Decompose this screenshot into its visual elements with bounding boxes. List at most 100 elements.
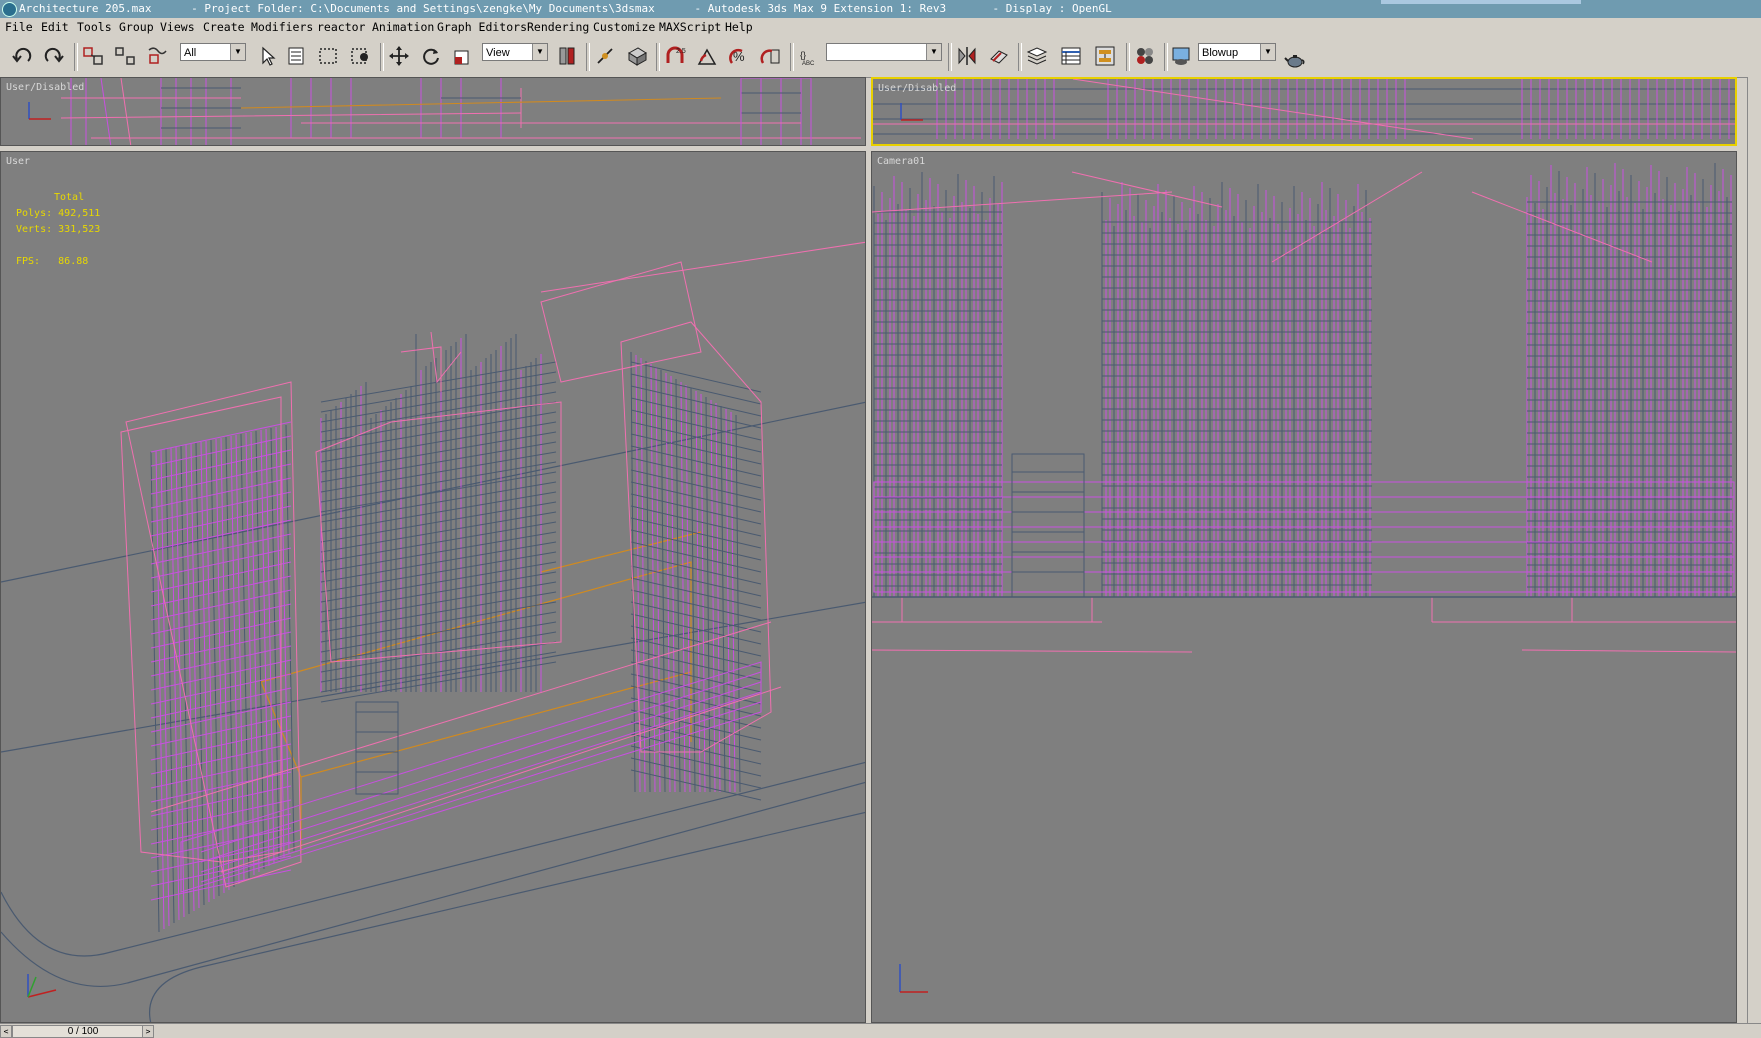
named-selection-dropdown[interactable]: ▼	[826, 43, 942, 61]
manipulate-button[interactable]	[592, 43, 618, 69]
bind-space-warp-button[interactable]	[144, 43, 170, 69]
toolbar-separator	[656, 43, 660, 71]
reference-coordinate-dropdown[interactable]: View ▼	[482, 43, 548, 61]
menu-help[interactable]: Help	[725, 18, 753, 37]
selection-filter-dropdown[interactable]: All ▼	[180, 43, 246, 61]
percent-snap-icon: %	[729, 48, 745, 64]
wireframe-camera-scene	[872, 163, 1736, 653]
menu-edit[interactable]: Edit	[41, 18, 69, 37]
select-by-name-button[interactable]	[284, 43, 310, 69]
title-bar-highlight	[1381, 0, 1581, 4]
menu-graph-editors[interactable]: Graph Editors	[437, 18, 527, 37]
percent-snap-button[interactable]: %	[726, 43, 752, 69]
select-and-link-button[interactable]	[80, 43, 106, 69]
undo-icon	[12, 47, 32, 63]
menu-file[interactable]: File	[5, 18, 33, 37]
menu-customize[interactable]: Customize	[593, 18, 655, 37]
chevron-down-icon: ▼	[926, 44, 941, 60]
window-title: Architecture 205.max - Project Folder: C…	[19, 2, 1112, 15]
viewport-top-left[interactable]: User/Disabled	[0, 77, 866, 146]
spinner-snap-icon	[760, 49, 780, 64]
reference-coordinate-value: View	[486, 47, 510, 59]
space-warp-icon	[148, 47, 167, 64]
scale-icon	[454, 50, 469, 65]
menu-create[interactable]: Create	[203, 18, 245, 37]
verts-value: 331,523	[58, 224, 101, 235]
snaps-toggle-button[interactable]: 2.5	[662, 43, 688, 69]
app-icon[interactable]	[2, 2, 17, 17]
schematic-view-button[interactable]	[1092, 43, 1118, 69]
menu-animation[interactable]: Animation	[372, 18, 434, 37]
material-editor-button[interactable]	[1132, 43, 1158, 69]
menu-maxscript[interactable]: MAXScript	[659, 18, 721, 37]
pivot-center-button[interactable]	[554, 43, 580, 69]
polys-label: Polys:	[16, 208, 53, 219]
crossing-icon	[351, 48, 368, 64]
toolbar-separator	[790, 43, 794, 71]
menu-group[interactable]: Group	[119, 18, 154, 37]
align-button[interactable]	[986, 43, 1012, 69]
time-prev-button[interactable]: <	[0, 1025, 12, 1038]
selection-rectangle-icon	[319, 48, 337, 64]
unlink-button[interactable]	[112, 43, 138, 69]
edit-named-selection-button[interactable]: {} ABC	[796, 43, 822, 69]
viewport-user[interactable]: User Total Polys: 492,511 Verts: 331,523…	[0, 151, 866, 1023]
angle-snap-icon	[697, 48, 717, 65]
title-bar: Architecture 205.max - Project Folder: C…	[0, 0, 1761, 18]
scale-button[interactable]	[450, 43, 476, 69]
manipulate-icon	[597, 48, 613, 64]
redo-button[interactable]	[40, 43, 66, 69]
link-icon	[83, 47, 103, 65]
menu-tools[interactable]: Tools	[77, 18, 112, 37]
menu-rendering[interactable]: Rendering	[527, 18, 589, 37]
list-icon	[288, 47, 304, 65]
spinner-snap-button[interactable]	[758, 43, 784, 69]
render-scene-icon	[1172, 47, 1190, 65]
keyboard-shortcut-button[interactable]	[624, 43, 650, 69]
viewport-camera[interactable]: Camera01	[871, 151, 1737, 1023]
wireframe-strip-right	[873, 79, 1735, 140]
move-button[interactable]	[386, 43, 412, 69]
rotate-button[interactable]	[418, 43, 444, 69]
pivot-icon	[559, 47, 575, 65]
render-type-value: Blowup	[1202, 47, 1239, 59]
menu-modifiers[interactable]: Modifiers	[251, 18, 313, 37]
viewport-top-right[interactable]: User/Disabled	[871, 77, 1737, 146]
viewport-label: User	[6, 156, 31, 167]
command-panel-edge[interactable]	[1747, 77, 1761, 1037]
time-next-button[interactable]: >	[142, 1025, 154, 1038]
select-object-button[interactable]	[255, 43, 281, 69]
wireframe-strip-left	[60, 78, 861, 145]
mirror-icon	[958, 47, 976, 65]
menu-views[interactable]: Views	[160, 18, 195, 37]
rotate-icon	[423, 48, 439, 65]
unlink-icon	[115, 47, 135, 65]
material-spheres-icon	[1137, 48, 1153, 64]
svg-text:ABC: ABC	[802, 61, 815, 67]
selection-filter-value: All	[184, 47, 197, 59]
viewport-label: User/Disabled	[6, 82, 85, 93]
curve-editor-button[interactable]	[1058, 43, 1084, 69]
render-type-dropdown[interactable]: Blowup ▼	[1198, 43, 1276, 61]
axis-tripod-icon	[899, 964, 928, 993]
fps-value: 86.88	[58, 256, 89, 267]
chevron-down-icon: ▼	[532, 44, 547, 60]
polys-value: 492,511	[58, 208, 101, 219]
mirror-button[interactable]	[954, 43, 980, 69]
window-crossing-button[interactable]	[348, 43, 374, 69]
main-toolbar: All ▼ View ▼ 2.5 % {} ABC ▼ Blowup ▼	[0, 37, 1761, 78]
toolbar-separator	[1018, 43, 1022, 71]
render-scene-button[interactable]	[1168, 43, 1194, 69]
svg-text:{}: {}	[800, 50, 806, 60]
undo-button[interactable]	[10, 43, 36, 69]
time-slider-bar: < 0 / 100 >	[0, 1023, 1761, 1038]
fps-label: FPS:	[16, 256, 41, 267]
align-icon	[990, 50, 1008, 64]
rectangular-selection-button[interactable]	[315, 43, 341, 69]
quick-render-button[interactable]	[1282, 47, 1308, 73]
menu-reactor[interactable]: reactor	[317, 18, 365, 37]
angle-snap-button[interactable]	[694, 43, 720, 69]
time-slider[interactable]: 0 / 100	[12, 1025, 154, 1038]
move-icon	[389, 46, 409, 66]
layer-manager-button[interactable]	[1024, 43, 1050, 69]
